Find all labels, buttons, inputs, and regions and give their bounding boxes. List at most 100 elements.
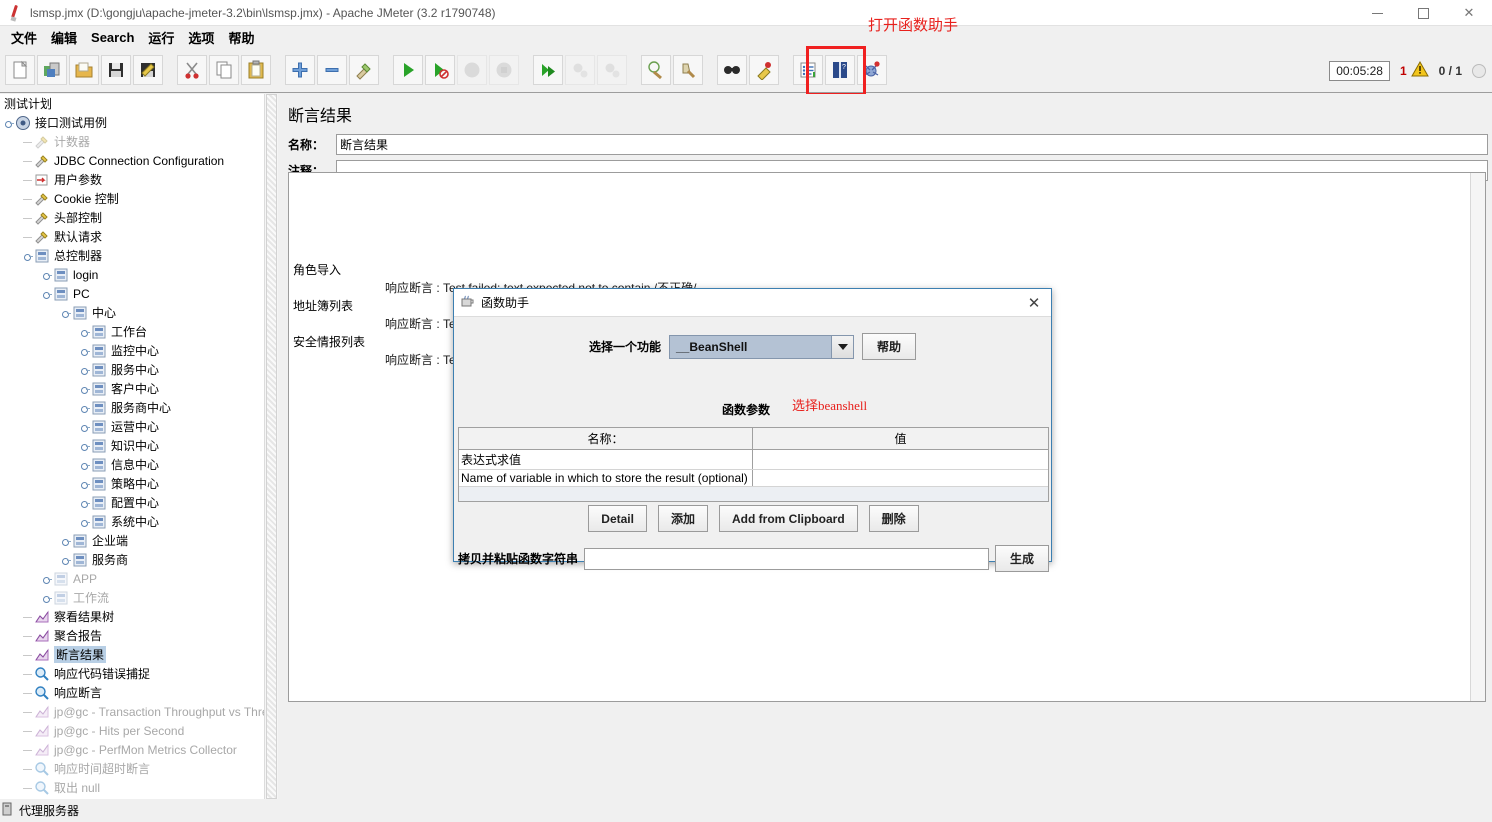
tree-root[interactable]: 测试计划 — [0, 94, 278, 113]
templates-icon[interactable] — [37, 55, 67, 85]
tree-expand-handle[interactable] — [42, 574, 52, 584]
clear-icon[interactable] — [349, 55, 379, 85]
tree-item[interactable]: 配置中心 — [0, 493, 278, 512]
tree-expand-handle[interactable] — [23, 251, 33, 261]
menu-item-file[interactable]: 文件 — [4, 26, 44, 49]
function-params-table[interactable]: 名称： 值 表达式求值 Name of variable in which to… — [458, 427, 1049, 502]
function-select-dropdown[interactable]: __BeanShell — [669, 334, 854, 359]
tree-expand-handle[interactable] — [61, 555, 71, 565]
close-button[interactable]: ✕ — [1446, 0, 1492, 26]
tree-expand-handle[interactable] — [42, 593, 52, 603]
tree-item[interactable]: 响应时间超时断言 — [0, 759, 278, 778]
tree-expand-handle[interactable] — [80, 403, 90, 413]
tree-item[interactable]: 接口测试用例 — [0, 113, 278, 132]
add-button[interactable]: 添加 — [657, 505, 708, 532]
clear-one-icon[interactable] — [641, 55, 671, 85]
tree-item[interactable]: 服务商 — [0, 550, 278, 569]
menu-item-search[interactable]: Search — [84, 28, 141, 47]
delete-button[interactable]: 删除 — [868, 505, 919, 532]
tree-scrollbar-thumb[interactable] — [266, 94, 277, 799]
tree-expand-handle[interactable] — [80, 479, 90, 489]
tree-item[interactable]: 服务商中心 — [0, 398, 278, 417]
tree-item[interactable]: 企业端 — [0, 531, 278, 550]
menu-item-run[interactable]: 运行 — [141, 26, 181, 49]
tree-item[interactable]: 客户中心 — [0, 379, 278, 398]
tree-expand-handle[interactable] — [80, 327, 90, 337]
table-row[interactable]: Name of variable in which to store the r… — [459, 470, 1048, 487]
tree-item[interactable]: 工作流 — [0, 588, 278, 607]
warning-indicator[interactable]: 1 — [1400, 60, 1429, 80]
add-from-clipboard-button[interactable]: Add from Clipboard — [719, 505, 858, 532]
param-value-cell[interactable] — [753, 450, 1048, 469]
tree-item[interactable]: 计数器 — [0, 132, 278, 151]
tree-item[interactable]: 监控中心 — [0, 341, 278, 360]
tree-expand-handle[interactable] — [42, 289, 52, 299]
tree-expand-handle[interactable] — [80, 517, 90, 527]
cut-icon[interactable] — [177, 55, 207, 85]
tree-expand-handle[interactable] — [80, 422, 90, 432]
tree-item[interactable]: 中心 — [0, 303, 278, 322]
tree-item[interactable]: 策略中心 — [0, 474, 278, 493]
maximize-button[interactable] — [1400, 0, 1446, 26]
help-button[interactable]: 帮助 — [862, 333, 917, 360]
clear-all-icon[interactable] — [673, 55, 703, 85]
table-row[interactable]: 表达式求值 — [459, 450, 1048, 470]
search-icon[interactable] — [717, 55, 747, 85]
remote-start-icon[interactable] — [533, 55, 563, 85]
generate-button[interactable]: 生成 — [994, 545, 1049, 572]
heap-dump-icon[interactable] — [857, 55, 887, 85]
menu-item-edit[interactable]: 编辑 — [44, 26, 84, 49]
param-value-cell[interactable] — [753, 470, 1048, 486]
tree-expand-handle[interactable] — [61, 536, 71, 546]
tree-expand-handle[interactable] — [80, 365, 90, 375]
tree-item[interactable]: JDBC Connection Configuration — [0, 151, 278, 170]
tree-item[interactable]: 知识中心 — [0, 436, 278, 455]
tree-expand-handle[interactable] — [80, 441, 90, 451]
menu-item-options[interactable]: 选项 — [181, 26, 221, 49]
tree-expand-handle[interactable] — [80, 346, 90, 356]
save-icon[interactable] — [101, 55, 131, 85]
open-icon[interactable] — [69, 55, 99, 85]
tree-vertical-scrollbar[interactable] — [264, 94, 278, 799]
start-icon[interactable] — [393, 55, 423, 85]
tree-expand-handle[interactable] — [80, 498, 90, 508]
start-no-pause-icon[interactable] — [425, 55, 455, 85]
detail-button[interactable]: Detail — [588, 505, 647, 532]
tree-item[interactable]: login — [0, 265, 278, 284]
tree-item[interactable]: 默认请求 — [0, 227, 278, 246]
tree-item[interactable]: 断言结果 — [0, 645, 278, 664]
tree-item[interactable]: 用户参数 — [0, 170, 278, 189]
name-input[interactable] — [336, 133, 1488, 155]
tree-item[interactable]: 聚合报告 — [0, 626, 278, 645]
paste-icon[interactable] — [241, 55, 271, 85]
dialog-close-button[interactable]: ✕ — [1023, 292, 1045, 314]
tree-expand-handle[interactable] — [61, 308, 71, 318]
tree-item[interactable]: 察看结果树 — [0, 607, 278, 626]
copy-icon[interactable] — [209, 55, 239, 85]
add-icon[interactable] — [285, 55, 315, 85]
tree-item[interactable]: APP — [0, 569, 278, 588]
save-as-icon[interactable] — [133, 55, 163, 85]
tree-item[interactable]: 系统中心 — [0, 512, 278, 531]
remove-icon[interactable] — [317, 55, 347, 85]
tree-item[interactable]: 响应代码错误捕捉 — [0, 664, 278, 683]
function-helper-icon[interactable] — [793, 55, 823, 85]
chevron-down-icon[interactable] — [831, 335, 853, 358]
tree-item[interactable]: 头部控制 — [0, 208, 278, 227]
minimize-button[interactable] — [1354, 0, 1400, 26]
tree-item[interactable]: 响应断言 — [0, 683, 278, 702]
tree-item[interactable]: 运营中心 — [0, 417, 278, 436]
tree-item[interactable]: 服务中心 — [0, 360, 278, 379]
search-reset-icon[interactable] — [749, 55, 779, 85]
function-string-input[interactable] — [584, 547, 989, 570]
tree-item[interactable]: 总控制器 — [0, 246, 278, 265]
tree-item[interactable]: Cookie 控制 — [0, 189, 278, 208]
new-icon[interactable] — [5, 55, 35, 85]
menu-item-help[interactable]: 帮助 — [221, 26, 261, 49]
tree-item[interactable]: 信息中心 — [0, 455, 278, 474]
tree-item[interactable]: jp@gc - Transaction Throughput vs Thre — [0, 702, 278, 721]
tree-expand-handle[interactable] — [4, 118, 14, 128]
tree-item[interactable]: 取出 null — [0, 778, 278, 797]
tree-expand-handle[interactable] — [42, 270, 52, 280]
help-icon[interactable]: ? — [825, 55, 855, 85]
